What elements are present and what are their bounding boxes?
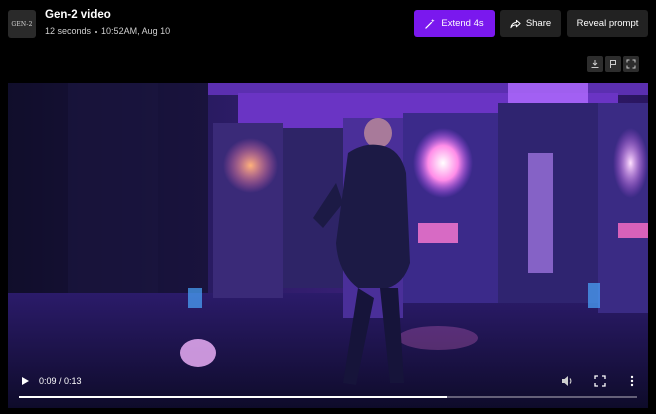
download-icon[interactable] [587,56,603,72]
extend-button[interactable]: Extend 4s [414,10,495,37]
video-meta: 12 seconds 10:52AM, Aug 10 [45,26,170,36]
time-display: 0:09 / 0:13 [39,376,82,386]
progress-bar[interactable] [19,396,637,398]
flag-icon[interactable] [605,56,621,72]
video-thumbnail: GEN-2 [8,10,36,38]
reveal-prompt-label: Reveal prompt [576,18,639,29]
video-timestamp: 10:52AM, Aug 10 [101,26,171,36]
thumbnail-logo-text: GEN-2 [11,20,33,28]
extend-button-label: Extend 4s [441,18,484,29]
video-player[interactable]: 0:09 / 0:13 [8,83,648,408]
progress-fill [19,396,447,398]
magic-wand-icon [425,18,436,29]
play-icon[interactable] [19,374,31,386]
player-controls: 0:09 / 0:13 [8,362,648,408]
share-button-label: Share [525,18,552,29]
volume-icon[interactable] [560,374,574,388]
video-frame [8,83,648,408]
fullscreen-icon[interactable] [623,56,639,72]
header: GEN-2 Gen-2 video 12 seconds 10:52AM, Aug… [0,0,656,48]
share-button[interactable]: Share [500,10,561,37]
fullscreen-icon[interactable] [593,374,607,388]
page-title: Gen-2 video [45,9,111,21]
video-duration: 12 seconds [45,26,92,36]
share-icon [510,19,521,29]
more-options-icon[interactable] [625,374,639,388]
separator-dot [95,30,98,33]
reveal-prompt-button[interactable]: Reveal prompt [567,10,648,37]
